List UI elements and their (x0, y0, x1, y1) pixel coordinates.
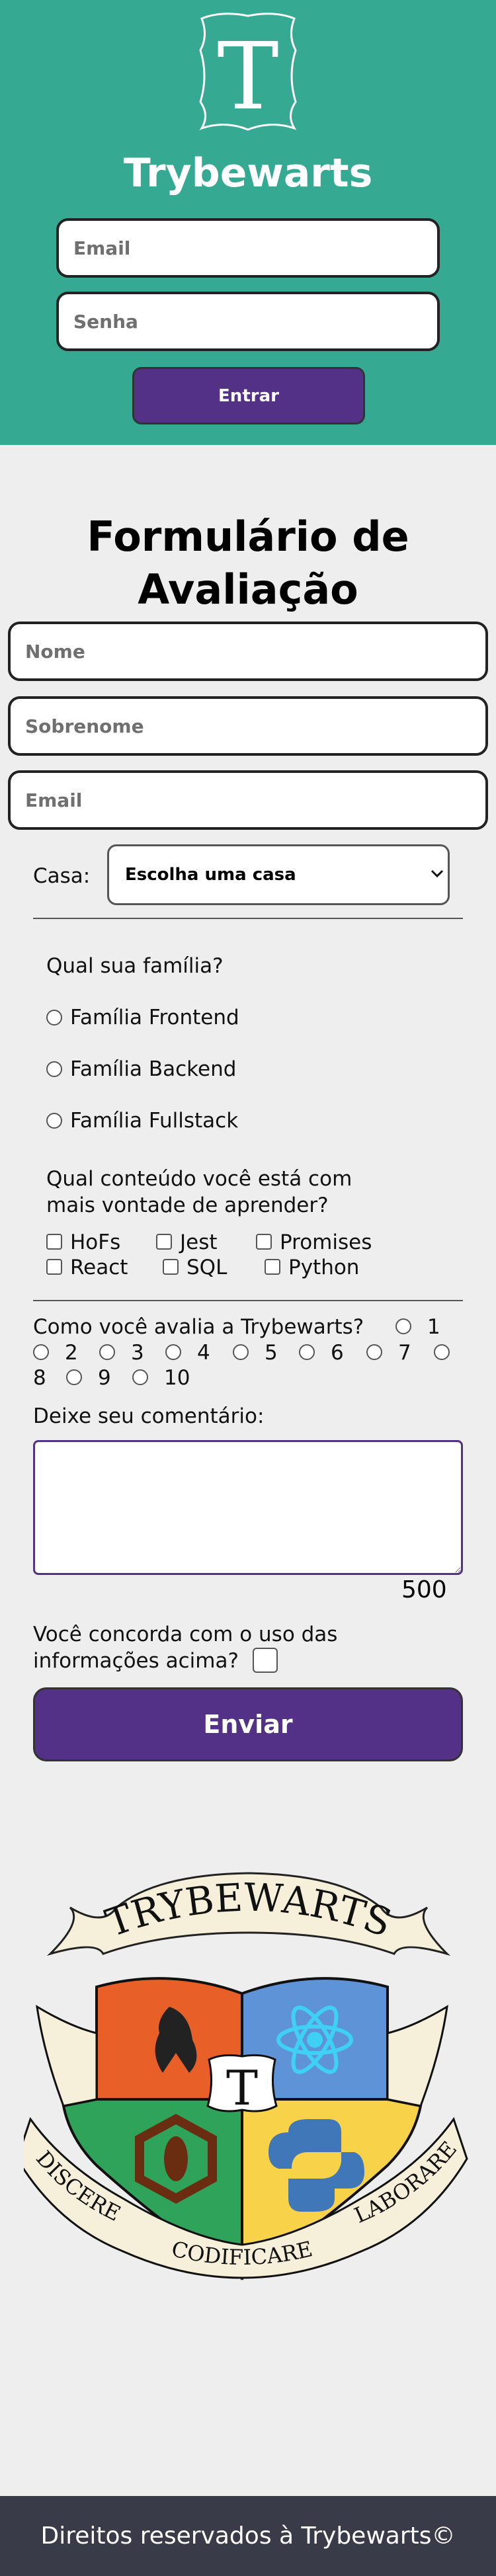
agreement-line1: Você concorda com o uso das (33, 1623, 338, 1646)
family-backend-label: Família Backend (70, 1057, 237, 1081)
login-password-input[interactable] (56, 292, 440, 351)
comment-textarea[interactable] (33, 1440, 463, 1575)
rating-1-label: 1 (427, 1315, 440, 1339)
subject-jest-checkbox[interactable] (156, 1234, 172, 1250)
crest-banner-textpath: TRYBEWARTS (100, 1874, 397, 1945)
rating-1-radio[interactable] (395, 1318, 411, 1334)
rating-7-label: 7 (398, 1341, 411, 1365)
rating-9-radio[interactable] (66, 1369, 82, 1385)
rating-2-radio[interactable] (33, 1344, 49, 1360)
rating-7-radio[interactable] (366, 1344, 382, 1360)
rating-10-radio[interactable] (132, 1369, 148, 1385)
subject-sql-label: SQL (186, 1256, 227, 1279)
login-header: T Trybewarts Entrar (0, 0, 496, 445)
subject-sql-checkbox[interactable] (163, 1259, 179, 1275)
rating-4-radio[interactable] (165, 1344, 181, 1360)
subject-python-label: Python (288, 1256, 360, 1279)
agreement-line2: informações acima? (33, 1649, 239, 1673)
family-fullstack-label: Família Fullstack (70, 1109, 239, 1133)
submit-button[interactable]: Enviar (33, 1687, 463, 1761)
subject-react-checkbox[interactable] (46, 1259, 62, 1275)
rating-8-label: 8 (33, 1366, 46, 1390)
lastname-input[interactable] (8, 696, 488, 756)
footer-text: Direitos reservados à Trybewarts© (40, 2522, 456, 2550)
form-title-line2: Avaliação (138, 565, 358, 614)
rating-8-radio[interactable] (434, 1344, 450, 1360)
email-input[interactable] (8, 770, 488, 830)
brand-title: Trybewarts (123, 150, 373, 196)
trybewarts-crest-logo: TRYBEWARTS T DISCERE CODIFICARE LABORARE (24, 1872, 468, 2280)
comment-label: Deixe seu comentário: (33, 1404, 265, 1428)
agreement-checkbox[interactable] (253, 1648, 278, 1673)
char-counter: 500 (401, 1576, 447, 1603)
subject-react-label: React (70, 1256, 128, 1279)
subject-jest-label: Jest (180, 1230, 218, 1254)
family-backend-radio[interactable] (46, 1061, 62, 1077)
logo-letter: T (217, 23, 278, 131)
house-select[interactable]: Escolha uma casa (107, 844, 450, 905)
form-title: Formulário de Avaliação (0, 510, 496, 616)
family-frontend-label: Família Frontend (70, 1006, 239, 1029)
rating-6-radio[interactable] (299, 1344, 315, 1360)
house-label: Casa: (33, 864, 91, 888)
form-title-line1: Formulário de (87, 512, 409, 561)
rating-3-label: 3 (131, 1341, 144, 1365)
subject-promises-label: Promises (280, 1230, 372, 1254)
content-question-line1: Qual conteúdo você está com (46, 1167, 352, 1191)
house-select-value: Escolha uma casa (125, 865, 296, 885)
login-email-input[interactable] (56, 218, 440, 278)
crest-banner-text: TRYBEWARTS (100, 1874, 397, 1945)
divider (33, 918, 463, 919)
rating-3-radio[interactable] (99, 1344, 115, 1360)
content-question-line2: mais vontade de aprender? (46, 1193, 329, 1217)
login-button[interactable]: Entrar (132, 367, 365, 424)
subject-hofs-label: HoFs (70, 1230, 121, 1254)
rating-10-label: 10 (164, 1366, 190, 1390)
rating-4-label: 4 (197, 1341, 210, 1365)
rating-5-radio[interactable] (233, 1344, 249, 1360)
family-question: Qual sua família? (46, 954, 224, 978)
rating-5-label: 5 (265, 1341, 278, 1365)
trybewarts-logo-icon: T (199, 13, 297, 131)
family-fullstack-radio[interactable] (46, 1113, 62, 1129)
subject-hofs-checkbox[interactable] (46, 1234, 62, 1250)
subject-python-checkbox[interactable] (265, 1259, 280, 1275)
rating-question: Como você avalia a Trybewarts? (33, 1315, 364, 1339)
name-input[interactable] (8, 622, 488, 681)
rating-9-label: 9 (98, 1366, 111, 1390)
subject-promises-checkbox[interactable] (256, 1234, 272, 1250)
crest-center-letter: T (226, 2060, 258, 2116)
footer: Direitos reservados à Trybewarts© (0, 2496, 496, 2576)
rating-6-label: 6 (331, 1341, 344, 1365)
divider (33, 1300, 463, 1301)
chevron-down-icon (431, 869, 444, 878)
rating-2-label: 2 (65, 1341, 78, 1365)
family-frontend-radio[interactable] (46, 1010, 62, 1026)
